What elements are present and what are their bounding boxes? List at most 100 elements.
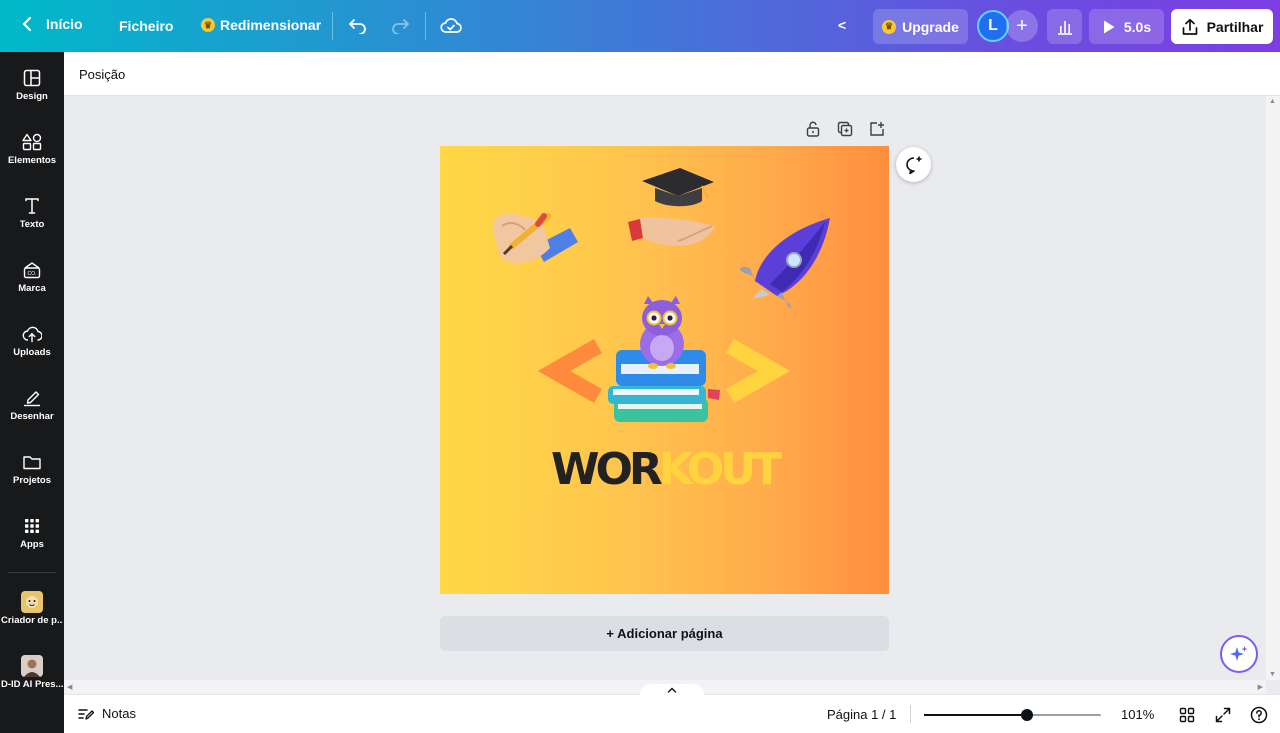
- scroll-down-arrow-icon[interactable]: ▼: [1269, 671, 1276, 678]
- sidebar-item-apps[interactable]: Apps: [0, 500, 64, 560]
- scroll-left-arrow-icon[interactable]: ◀: [67, 683, 72, 691]
- undo-icon: [349, 19, 366, 34]
- resize-label: Redimensionar: [220, 17, 322, 33]
- shapes-icon: [21, 131, 43, 153]
- hand-pencil-illustration: [492, 213, 578, 263]
- fullscreen-button[interactable]: [1212, 704, 1234, 726]
- vertical-scrollbar[interactable]: ▲ ▼: [1266, 96, 1280, 680]
- sidebar-item-elements[interactable]: Elementos: [0, 116, 64, 176]
- top-toolbar: Início Ficheiro ♛ Redimensionar < ♛ Upgr…: [0, 0, 1280, 52]
- cloud-save-button[interactable]: [439, 14, 463, 38]
- insights-button[interactable]: [1047, 9, 1082, 44]
- grid-view-button[interactable]: [1176, 704, 1198, 726]
- magic-assistant-button[interactable]: [1220, 635, 1258, 673]
- scroll-up-arrow-icon[interactable]: ▲: [1269, 98, 1276, 105]
- sidebar-item-label: D-ID AI Pres...: [1, 679, 63, 690]
- sidebar-item-text[interactable]: Texto: [0, 180, 64, 240]
- add-page-icon: [870, 122, 884, 136]
- collapse-label: <: [838, 17, 847, 33]
- sidebar-item-brand[interactable]: CO. Marca: [0, 244, 64, 304]
- sidebar-app-creator[interactable]: Criador de p...: [0, 578, 64, 638]
- toolbar-divider: [425, 12, 426, 40]
- draw-icon: [21, 387, 43, 409]
- zoom-slider-fill: [924, 714, 1027, 716]
- crown-icon: ♛: [882, 19, 897, 34]
- add-page-button[interactable]: + Adicionar página: [440, 616, 889, 651]
- avatar[interactable]: L: [977, 10, 1009, 42]
- position-button[interactable]: Posição: [79, 67, 125, 82]
- folder-icon: [21, 451, 43, 473]
- footer-divider: [910, 705, 911, 723]
- chevron-left-icon: [22, 16, 32, 32]
- graduation-cap-hand-illustration: [628, 168, 715, 246]
- share-button[interactable]: Partilhar: [1171, 9, 1273, 44]
- left-bracket-shape: [537, 339, 602, 403]
- rocket-illustration: [739, 218, 830, 309]
- play-icon: [1103, 20, 1115, 33]
- app-thumbnail-icon: [21, 655, 43, 677]
- add-comment-button[interactable]: [896, 147, 931, 182]
- design-title-dark: WOR: [550, 444, 663, 495]
- redo-icon: [392, 19, 409, 34]
- sidebar-item-label: Design: [16, 91, 48, 102]
- add-page-label: + Adicionar página: [606, 626, 723, 641]
- file-label: Ficheiro: [119, 18, 174, 34]
- help-icon: [1250, 706, 1268, 724]
- comment-plus-icon: [905, 156, 921, 174]
- cloud-check-icon: [440, 18, 462, 33]
- owl-illustration: [640, 296, 684, 369]
- sidebar-app-did[interactable]: D-ID AI Pres...: [0, 642, 64, 702]
- redo-button[interactable]: [388, 14, 412, 38]
- sidebar-item-label: Apps: [20, 539, 44, 550]
- help-button[interactable]: [1248, 704, 1270, 726]
- grid-view-icon: [1179, 707, 1195, 723]
- bottom-bar: Notas Página 1 / 1 101%: [64, 694, 1280, 733]
- right-bracket-shape: [726, 339, 791, 403]
- app-thumbnail-icon: [21, 591, 43, 613]
- add-page-icon-button[interactable]: [868, 121, 886, 137]
- resize-button[interactable]: ♛ Redimensionar: [201, 17, 321, 33]
- undo-button[interactable]: [346, 14, 370, 38]
- file-menu-button[interactable]: Ficheiro: [119, 18, 173, 34]
- home-label: Início: [46, 16, 83, 32]
- sidebar-item-label: Uploads: [13, 347, 51, 358]
- zoom-slider[interactable]: [924, 709, 1101, 721]
- page-indicator[interactable]: Página 1 / 1: [827, 707, 896, 722]
- sidebar-item-design[interactable]: Design: [0, 52, 64, 112]
- zoom-slider-handle[interactable]: [1020, 709, 1033, 721]
- upgrade-button[interactable]: ♛ Upgrade: [873, 9, 968, 44]
- sidebar-item-label: Projetos: [12, 475, 51, 486]
- invite-button[interactable]: +: [1006, 10, 1038, 42]
- scroll-right-arrow-icon[interactable]: ▶: [1258, 683, 1263, 691]
- toolbar-divider: [332, 12, 333, 40]
- sparkle-icon: [1230, 646, 1248, 661]
- design-artwork: [492, 168, 830, 422]
- plus-icon: +: [1016, 14, 1028, 37]
- expand-icon: [1215, 707, 1231, 723]
- sidebar-item-label: Marca: [18, 283, 46, 294]
- design-page[interactable]: WORKOUT: [440, 146, 889, 594]
- design-title-light: KOUT: [658, 444, 782, 495]
- sidebar-item-projects[interactable]: Projetos: [0, 436, 64, 496]
- sidebar-item-draw[interactable]: Desenhar: [0, 372, 64, 432]
- sidebar-item-uploads[interactable]: Uploads: [0, 308, 64, 368]
- unlock-icon: [806, 121, 820, 137]
- expand-pages-tab[interactable]: [640, 684, 704, 696]
- lock-page-button[interactable]: [804, 121, 822, 137]
- context-toolbar: Posição: [64, 52, 1280, 96]
- upgrade-label: Upgrade: [902, 18, 959, 35]
- duplicate-page-button[interactable]: [836, 121, 854, 137]
- chevron-up-icon: [667, 687, 677, 693]
- present-button[interactable]: 5.0s: [1089, 9, 1164, 44]
- collapse-toolbar-button[interactable]: <: [838, 17, 846, 33]
- sidebar-item-label: Texto: [19, 219, 45, 230]
- home-button[interactable]: Início: [22, 16, 83, 32]
- sidebar-item-label: Elementos: [7, 155, 57, 166]
- layout-icon: [21, 67, 43, 89]
- design-title: WORKOUT: [440, 442, 889, 498]
- notes-label: Notas: [102, 706, 136, 721]
- duplicate-icon: [837, 121, 853, 137]
- zoom-value[interactable]: 101%: [1121, 707, 1154, 722]
- notes-button[interactable]: Notas: [78, 706, 136, 721]
- avatar-initial: L: [988, 17, 998, 34]
